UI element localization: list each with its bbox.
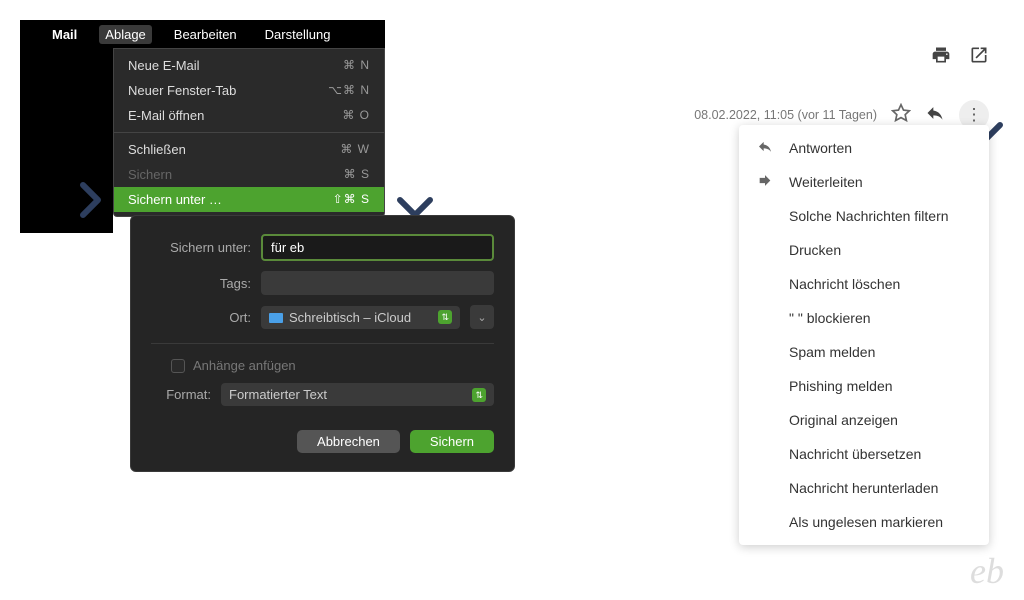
- menu-label: Schließen: [128, 142, 186, 157]
- reply-icon[interactable]: [925, 103, 945, 128]
- tags-label: Tags:: [151, 276, 251, 291]
- gmail-menu-label: Nachricht übersetzen: [789, 446, 921, 462]
- gmail-timestamp: 08.02.2022, 11:05 (vor 11 Tagen): [694, 108, 877, 122]
- menu-shortcut: ⌘ W: [340, 142, 370, 157]
- menu-new-email[interactable]: Neue E-Mail ⌘ N: [114, 53, 384, 78]
- save-as-dialog: Sichern unter: Tags: Ort: Schreibtisch –…: [130, 215, 515, 472]
- reply-icon: [757, 139, 773, 158]
- gmail-menu-block[interactable]: " " blockieren: [739, 301, 989, 335]
- gmail-menu-print[interactable]: Drucken: [739, 233, 989, 267]
- menu-shortcut: ⌥⌘ N: [328, 83, 370, 98]
- menu-label: E-Mail öffnen: [128, 108, 204, 123]
- eb-logo: eb: [970, 550, 1004, 592]
- menu-shortcut: ⌘ O: [342, 108, 370, 123]
- gmail-menu-label: Phishing melden: [789, 378, 893, 394]
- menubar-item-ablage[interactable]: Ablage: [99, 25, 151, 44]
- ablage-dropdown-menu: Neue E-Mail ⌘ N Neuer Fenster-Tab ⌥⌘ N E…: [113, 48, 385, 217]
- gmail-menu-phishing[interactable]: Phishing melden: [739, 369, 989, 403]
- expand-location-button[interactable]: ⌄: [470, 305, 494, 329]
- gmail-toolbar: [931, 45, 989, 70]
- filename-input[interactable]: [261, 234, 494, 261]
- annotation-chevron-icon: [78, 180, 108, 220]
- menu-label: Neuer Fenster-Tab: [128, 83, 236, 98]
- menu-label: Sichern unter …: [128, 192, 222, 207]
- menu-separator: [114, 132, 384, 133]
- gmail-menu-label: Nachricht löschen: [789, 276, 900, 292]
- menu-shortcut: ⌘ N: [343, 58, 370, 73]
- menubar-item-bearbeiten[interactable]: Bearbeiten: [168, 25, 243, 44]
- filename-label: Sichern unter:: [151, 240, 251, 255]
- menu-open-email[interactable]: E-Mail öffnen ⌘ O: [114, 103, 384, 128]
- attach-label: Anhänge anfügen: [193, 358, 296, 373]
- format-label: Format:: [151, 387, 211, 402]
- select-arrows-icon: ⇅: [472, 388, 486, 402]
- cancel-button[interactable]: Abbrechen: [297, 430, 400, 453]
- gmail-menu-label: Spam melden: [789, 344, 875, 360]
- menu-label: Neue E-Mail: [128, 58, 200, 73]
- gmail-menu-forward[interactable]: Weiterleiten: [739, 165, 989, 199]
- menubar-app-name[interactable]: Mail: [46, 25, 83, 44]
- gmail-menu-spam[interactable]: Spam melden: [739, 335, 989, 369]
- location-value: Schreibtisch – iCloud: [269, 310, 411, 325]
- format-select[interactable]: Formatierter Text ⇅: [221, 383, 494, 406]
- menu-save-as[interactable]: Sichern unter … ⇧⌘ S: [114, 187, 384, 212]
- gmail-menu-label: " " blockieren: [789, 310, 871, 326]
- save-button[interactable]: Sichern: [410, 430, 494, 453]
- location-label: Ort:: [151, 310, 251, 325]
- gmail-menu-label: Original anzeigen: [789, 412, 898, 428]
- forward-icon: [757, 173, 773, 192]
- gmail-menu-mark-unread[interactable]: Als ungelesen markieren: [739, 505, 989, 539]
- gmail-menu-download[interactable]: Nachricht herunterladen: [739, 471, 989, 505]
- gmail-menu-show-original[interactable]: Original anzeigen: [739, 403, 989, 437]
- gmail-menu-label: Weiterleiten: [789, 174, 863, 190]
- menu-shortcut: ⇧⌘ S: [333, 192, 370, 207]
- format-value: Formatierter Text: [229, 387, 327, 402]
- dialog-divider: [151, 343, 494, 344]
- folder-icon: [269, 313, 283, 323]
- gmail-menu-label: Als ungelesen markieren: [789, 514, 943, 530]
- gmail-menu-label: Drucken: [789, 242, 841, 258]
- open-external-icon[interactable]: [969, 45, 989, 70]
- location-select[interactable]: Schreibtisch – iCloud ⇅: [261, 306, 460, 329]
- menu-save: Sichern ⌘ S: [114, 162, 384, 187]
- print-icon[interactable]: [931, 45, 951, 70]
- gmail-context-menu: Antworten Weiterleiten Solche Nachrichte…: [739, 125, 989, 545]
- tags-input[interactable]: [261, 271, 494, 295]
- attach-checkbox[interactable]: [171, 359, 185, 373]
- gmail-menu-label: Solche Nachrichten filtern: [789, 208, 949, 224]
- gmail-menu-reply[interactable]: Antworten: [739, 131, 989, 165]
- menu-shortcut: ⌘ S: [344, 167, 370, 182]
- gmail-menu-label: Nachricht herunterladen: [789, 480, 938, 496]
- macos-menubar: Mail Ablage Bearbeiten Darstellung: [20, 20, 385, 48]
- select-arrows-icon: ⇅: [438, 310, 452, 324]
- menu-new-window-tab[interactable]: Neuer Fenster-Tab ⌥⌘ N: [114, 78, 384, 103]
- menu-label: Sichern: [128, 167, 172, 182]
- gmail-menu-delete[interactable]: Nachricht löschen: [739, 267, 989, 301]
- menu-close[interactable]: Schließen ⌘ W: [114, 137, 384, 162]
- gmail-menu-label: Antworten: [789, 140, 852, 156]
- gmail-menu-translate[interactable]: Nachricht übersetzen: [739, 437, 989, 471]
- menubar-item-darstellung[interactable]: Darstellung: [259, 25, 337, 44]
- gmail-menu-filter[interactable]: Solche Nachrichten filtern: [739, 199, 989, 233]
- star-icon[interactable]: [891, 103, 911, 128]
